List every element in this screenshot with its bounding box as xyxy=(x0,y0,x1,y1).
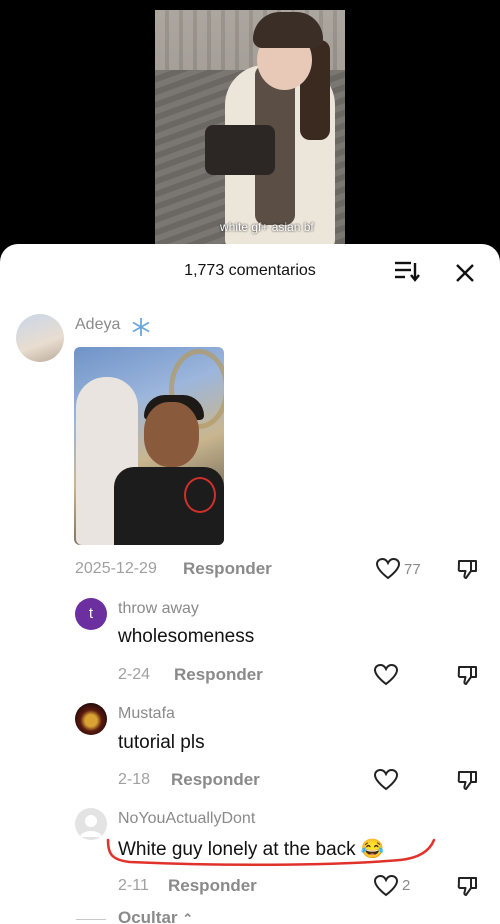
video-caption: white gf+ asian bf xyxy=(220,220,314,234)
comment-photo[interactable] xyxy=(74,347,224,545)
heart-icon[interactable] xyxy=(373,874,399,898)
comments-sheet: 1,773 comentarios Adeya 2025-12-29 Respo… xyxy=(0,244,500,924)
avatar-letter: t xyxy=(88,605,94,622)
dislike-icon[interactable] xyxy=(456,557,480,581)
dislike-icon[interactable] xyxy=(456,663,480,687)
comment-text: tutorial pls xyxy=(118,732,205,753)
photo-red-circle xyxy=(184,477,216,513)
chevron-up-icon: ⌃ xyxy=(182,911,194,924)
comment-date: 2-11 xyxy=(118,877,149,894)
hide-replies-label: Ocultar xyxy=(118,908,178,924)
comment-text: wholesomeness xyxy=(118,626,255,647)
reply-button[interactable]: Responder xyxy=(174,665,263,685)
avatar[interactable] xyxy=(75,703,107,735)
comments-header: 1,773 comentarios xyxy=(0,244,500,300)
comment-author[interactable]: Adeya xyxy=(75,316,120,334)
sort-icon[interactable] xyxy=(393,260,421,282)
divider xyxy=(76,919,106,920)
reply-button[interactable]: Responder xyxy=(168,876,257,896)
person-bag xyxy=(205,125,275,175)
close-icon[interactable] xyxy=(452,260,478,286)
reply-button[interactable]: Responder xyxy=(183,559,272,579)
comment-author[interactable]: NoYouActuallyDont xyxy=(118,810,255,828)
reply-button[interactable]: Responder xyxy=(171,770,260,790)
comment-count: 1,773 comentarios xyxy=(184,262,316,279)
heart-icon[interactable] xyxy=(373,663,399,687)
heart-icon[interactable] xyxy=(375,557,401,581)
dislike-icon[interactable] xyxy=(456,874,480,898)
photo-person-face xyxy=(144,402,199,467)
avatar[interactable]: t xyxy=(75,598,107,630)
like-count: 77 xyxy=(404,561,421,578)
comment-date: 2-18 xyxy=(118,771,151,788)
hide-replies-button[interactable]: Ocultar ⌃ xyxy=(118,908,193,924)
like-count: 2 xyxy=(402,877,411,894)
heart-icon[interactable] xyxy=(373,768,399,792)
avatar[interactable] xyxy=(16,314,64,362)
dislike-icon[interactable] xyxy=(456,768,480,792)
comment-date: 2-24 xyxy=(118,666,151,683)
red-underline-annotation xyxy=(106,838,436,867)
comment-author[interactable]: Mustafa xyxy=(118,705,175,723)
person-hat xyxy=(253,12,323,48)
video-player[interactable] xyxy=(155,10,345,250)
snowflake-icon xyxy=(132,318,150,336)
comment-author[interactable]: throw away xyxy=(118,600,199,618)
comment-date: 2025-12-29 xyxy=(75,560,157,577)
